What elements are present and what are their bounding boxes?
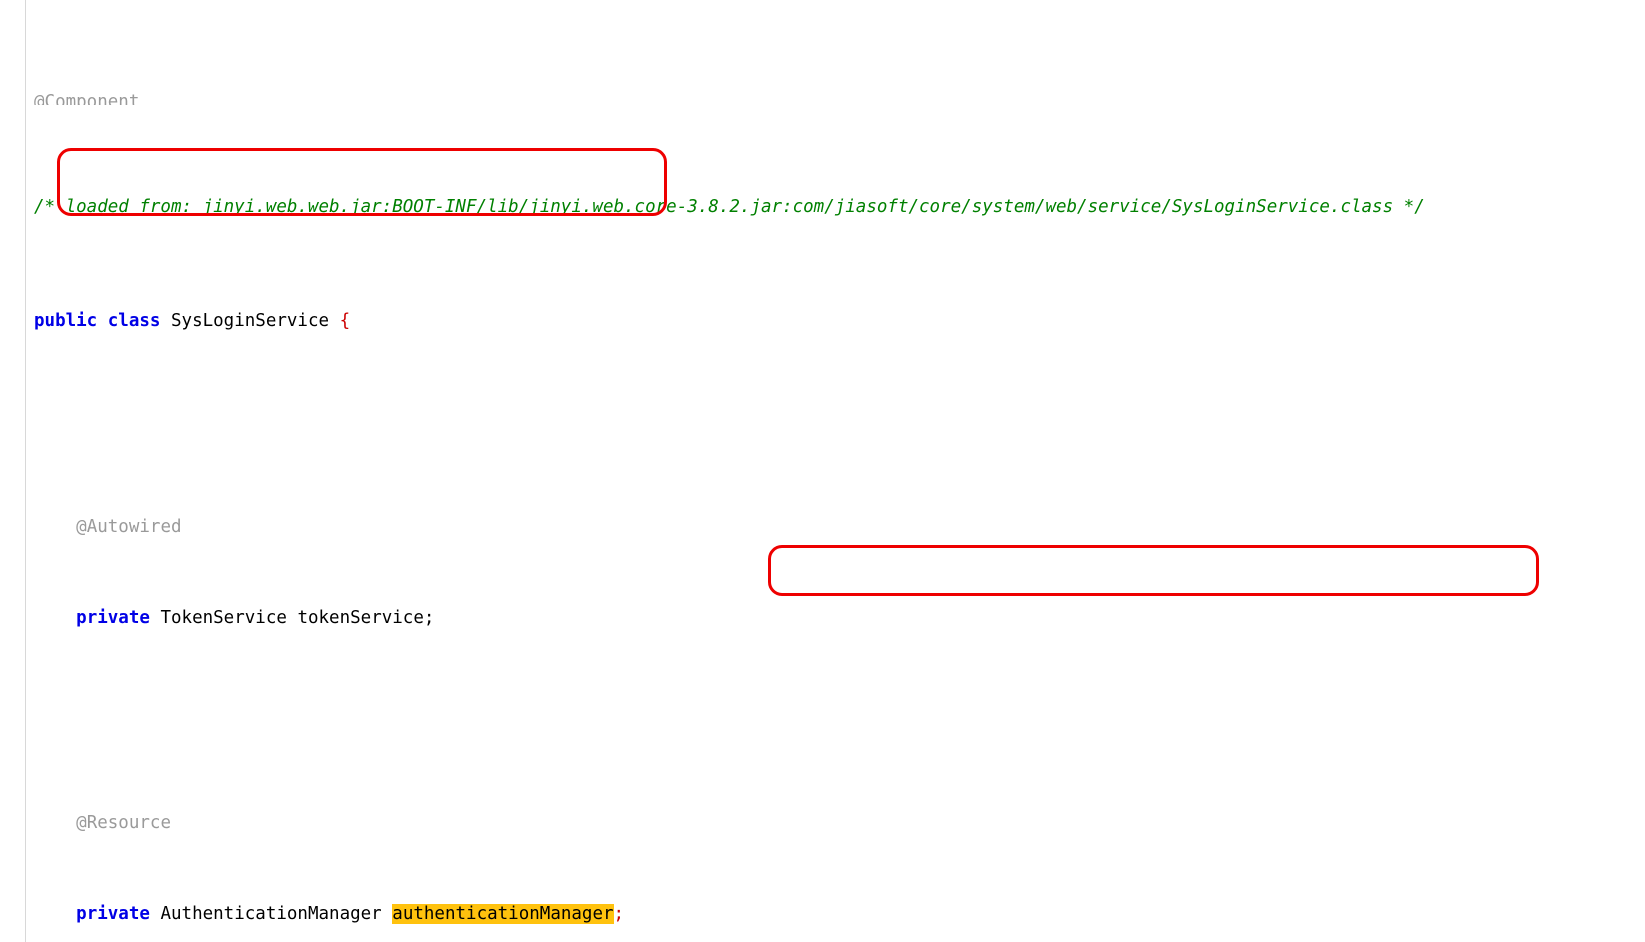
code-line[interactable]: @Resource	[0, 812, 1645, 835]
source-code-text[interactable]: @Component /* loaded from: jinyi.web.web…	[0, 0, 1645, 942]
code-line[interactable]: public class SysLoginService {	[0, 310, 1645, 333]
field-type: TokenService	[160, 607, 287, 628]
autowired-annotation: @Autowired	[76, 516, 182, 537]
code-editor-pane[interactable]: @Component /* loaded from: jinyi.web.web…	[0, 0, 1645, 942]
code-line[interactable]: @Autowired	[0, 516, 1645, 539]
keyword-private: private	[76, 904, 150, 925]
component-annotation: @Component	[34, 92, 140, 106]
keyword-private: private	[76, 607, 150, 628]
keyword-class: class	[107, 311, 161, 332]
code-line[interactable]: /* loaded from: jinyi.web.web.jar:BOOT-I…	[0, 196, 1645, 219]
field-name: tokenService;	[297, 607, 435, 628]
field-type: AuthenticationManager	[160, 904, 382, 925]
brace-open: {	[339, 311, 351, 332]
class-name: SysLoginService	[171, 311, 330, 332]
code-line[interactable]: private AuthenticationManager authentica…	[0, 903, 1645, 926]
code-line[interactable]: private TokenService tokenService;	[0, 607, 1645, 630]
semicolon: ;	[613, 904, 625, 925]
keyword-public: public	[34, 311, 98, 332]
code-line[interactable]: @Component	[0, 91, 1645, 105]
resource-annotation: @Resource	[76, 812, 171, 833]
loaded-from-comment: /* loaded from: jinyi.web.web.jar:BOOT-I…	[34, 197, 1425, 218]
highlighted-token-authenticationmanager[interactable]: authenticationManager	[392, 904, 614, 925]
